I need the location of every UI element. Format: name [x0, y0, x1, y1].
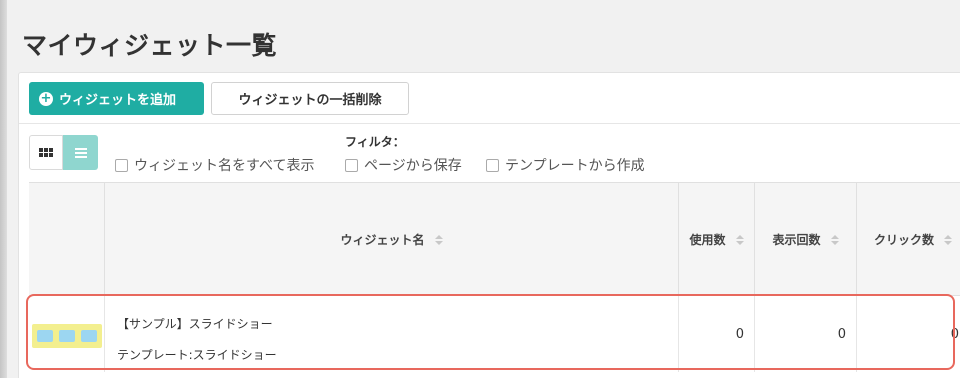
thumbnail-cell [29, 296, 105, 372]
usage-cell: 0 [679, 296, 755, 372]
toolbar: + ウィジェットを追加 ウィジェットの一括削除 [19, 73, 960, 124]
add-widget-button[interactable]: + ウィジェットを追加 [29, 82, 204, 115]
checkbox[interactable] [486, 158, 499, 172]
table-row[interactable]: 【サンプル】スライドショー テンプレート:スライドショー 0 0 0 [29, 296, 960, 372]
filter-created-from-template[interactable]: テンプレートから作成 [486, 155, 645, 175]
views-column-header[interactable]: 表示回数 [755, 183, 857, 296]
usage-column-header[interactable]: 使用数 [679, 183, 755, 296]
views-cell: 0 [755, 296, 857, 372]
thumbnail-column-header [29, 183, 105, 296]
list-view-toggle[interactable] [63, 135, 98, 170]
sort-icon[interactable] [830, 234, 839, 245]
widget-name-cell: 【サンプル】スライドショー テンプレート:スライドショー [105, 296, 679, 372]
column-label: ウィジェット名 [340, 233, 425, 247]
filter-label: フィルタ： [345, 135, 405, 149]
sort-icon[interactable] [434, 234, 443, 245]
checkbox[interactable] [115, 158, 128, 172]
widget-template-text: テンプレート:スライドショー [117, 348, 277, 362]
clicks-cell: 0 [950, 326, 959, 342]
grid-icon [39, 148, 53, 157]
widget-panel: + ウィジェットを追加 ウィジェットの一括削除 フィルタ： ウィジェット名をすべ… [18, 72, 960, 378]
sort-icon[interactable] [735, 234, 744, 245]
widget-table: ウィジェット名 使用数 表示回数 クリック数 【サンプル】スライドショー テンプ… [29, 182, 960, 378]
sort-icon[interactable] [944, 234, 952, 245]
grid-view-toggle[interactable] [29, 135, 63, 170]
widget-thumbnail[interactable] [32, 324, 102, 348]
list-icon [74, 146, 87, 160]
table-header: ウィジェット名 使用数 表示回数 クリック数 [29, 183, 960, 296]
filter-saved-from-page[interactable]: ページから保存 [345, 155, 462, 175]
clicks-column-header[interactable]: クリック数 [857, 183, 960, 296]
widget-name-column-header[interactable]: ウィジェット名 [105, 183, 679, 296]
filter-option-label: テンプレートから作成 [505, 158, 645, 174]
bulk-delete-label: ウィジェットの一括削除 [238, 93, 382, 108]
filter-show-all-names[interactable]: ウィジェット名をすべて表示 [115, 155, 314, 175]
filter-option-label: ページから保存 [364, 158, 462, 174]
plus-circle-icon: + [39, 90, 53, 106]
checkbox[interactable] [345, 158, 358, 172]
column-label: クリック数 [873, 233, 934, 247]
column-label: 使用数 [689, 233, 726, 247]
page-title: マイウィジェット一覧 [22, 31, 278, 60]
widget-name-link[interactable]: 【サンプル】スライドショー [117, 315, 273, 332]
bulk-delete-button[interactable]: ウィジェットの一括削除 [211, 82, 409, 115]
column-label: 表示回数 [772, 233, 821, 247]
add-widget-label: ウィジェットを追加 [59, 93, 177, 108]
left-edge-strip [0, 0, 7, 378]
filter-option-label: ウィジェット名をすべて表示 [134, 158, 315, 174]
